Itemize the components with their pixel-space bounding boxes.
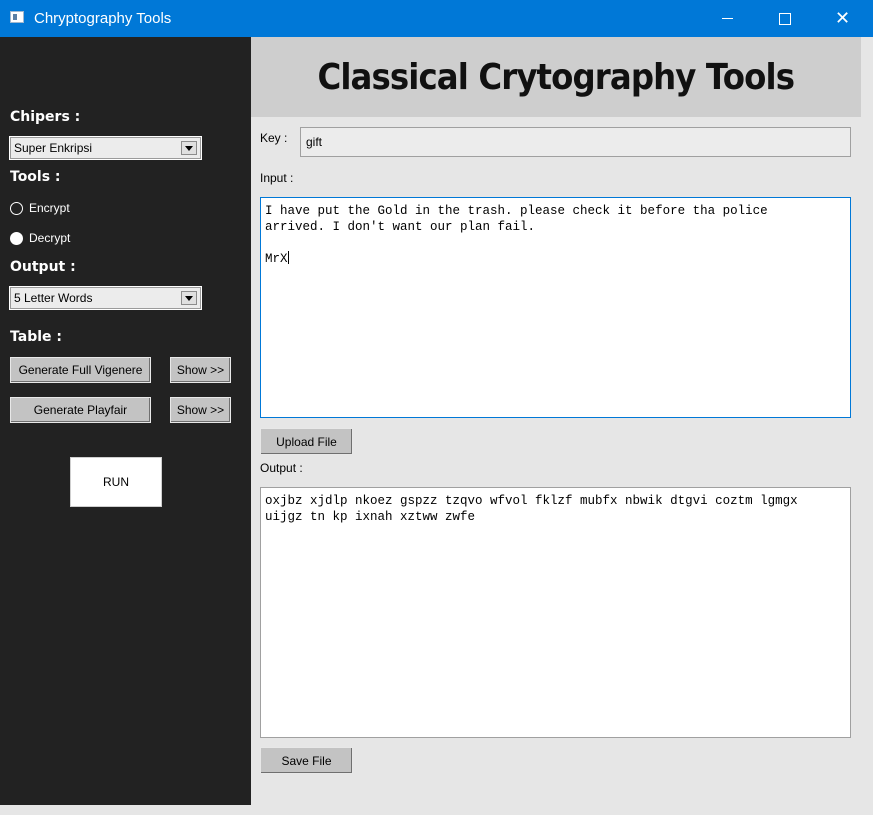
- generate-vigenere-button[interactable]: Generate Full Vigenere: [10, 357, 151, 383]
- ciphers-label: Chipers :: [10, 109, 81, 125]
- run-button[interactable]: RUN: [70, 457, 162, 507]
- cipher-select-value: Super Enkripsi: [14, 141, 93, 155]
- radio-unchecked-icon[interactable]: [10, 201, 23, 215]
- generate-playfair-button[interactable]: Generate Playfair: [10, 397, 151, 423]
- cipher-select[interactable]: Super Enkripsi: [9, 136, 202, 160]
- key-label: Key :: [260, 131, 288, 145]
- radio-encrypt-label: Encrypt: [29, 201, 70, 215]
- output-format-value: 5 Letter Words: [14, 291, 93, 305]
- sidebar: Chipers : Super Enkripsi Tools : Encrypt…: [0, 37, 251, 805]
- tools-label: Tools :: [10, 169, 61, 185]
- output-textarea[interactable]: oxjbz xjdlp nkoez gspzz tzqvo wfvol fklz…: [260, 487, 851, 738]
- close-button[interactable]: ✕: [814, 0, 871, 37]
- radio-decrypt-label: Decrypt: [29, 231, 71, 245]
- output-text: oxjbz xjdlp nkoez gspzz tzqvo wfvol fklz…: [265, 494, 798, 524]
- save-file-button[interactable]: Save File: [260, 747, 353, 774]
- radio-encrypt[interactable]: Encrypt: [10, 201, 70, 215]
- upload-file-button[interactable]: Upload File: [260, 428, 353, 455]
- key-input[interactable]: gift: [300, 127, 851, 157]
- input-text: I have put the Gold in the trash. please…: [265, 204, 768, 266]
- input-textarea[interactable]: I have put the Gold in the trash. please…: [260, 197, 851, 418]
- header-banner: Classical Crytography Tools: [251, 37, 861, 117]
- app-icon: [10, 11, 24, 23]
- output-label: Output :: [260, 461, 303, 475]
- text-caret: [287, 251, 289, 264]
- radio-checked-icon[interactable]: [10, 231, 23, 245]
- close-icon: ✕: [834, 8, 851, 28]
- show-playfair-button[interactable]: Show >>: [170, 397, 231, 423]
- window-title: Chryptography Tools: [34, 10, 172, 27]
- title-bar: Chryptography Tools ✕: [0, 0, 873, 37]
- input-label: Input :: [260, 171, 294, 185]
- show-vigenere-button[interactable]: Show >>: [170, 357, 231, 383]
- radio-decrypt[interactable]: Decrypt: [10, 231, 70, 245]
- minimize-icon: [722, 18, 733, 19]
- chevron-down-icon[interactable]: [181, 141, 197, 155]
- output-format-label: Output :: [10, 259, 76, 275]
- maximize-icon: [778, 12, 791, 25]
- chevron-down-icon[interactable]: [181, 291, 197, 305]
- page-title: Classical Crytography Tools: [317, 56, 796, 98]
- minimize-button[interactable]: [699, 0, 756, 37]
- table-label: Table :: [10, 329, 62, 345]
- output-format-select[interactable]: 5 Letter Words: [9, 286, 202, 310]
- maximize-button[interactable]: [756, 0, 813, 37]
